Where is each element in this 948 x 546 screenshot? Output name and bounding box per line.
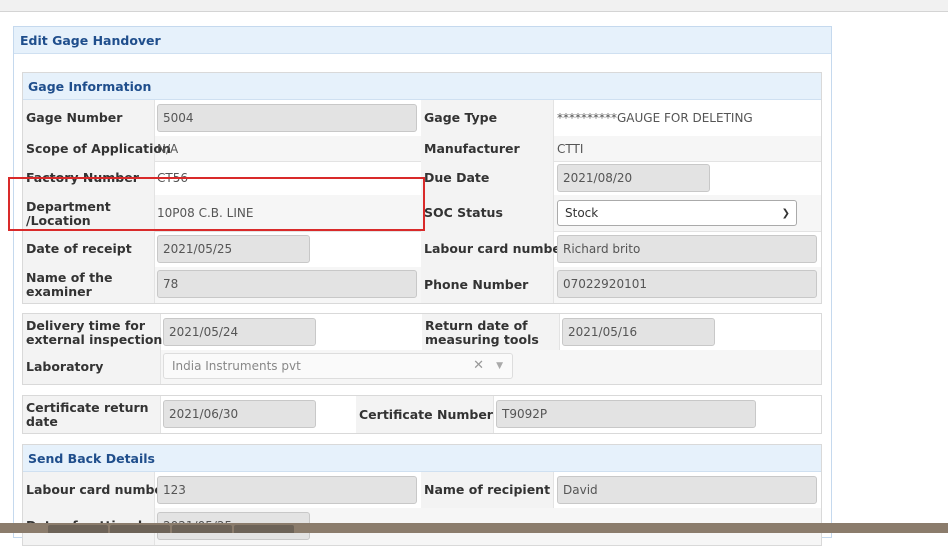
row-send-back-labour: Labour card number 123 Name of recipient…: [23, 472, 821, 509]
certificate-return-label-line1: Certificate return: [26, 400, 149, 415]
delivery-label-line2: external inspection: [26, 332, 163, 347]
taskbar-item[interactable]: [172, 525, 232, 533]
laboratory-label: Laboratory: [26, 359, 104, 374]
due-date-input[interactable]: 2021/08/20: [557, 164, 710, 192]
gage-number-label: Gage Number: [26, 110, 123, 125]
recipient-label: Name of recipient: [424, 482, 551, 497]
date-receipt-input[interactable]: 2021/05/25: [157, 235, 310, 263]
examiner-label-line1: Name of the: [26, 270, 113, 285]
certificate-return-label-line2: date: [26, 414, 58, 429]
row-delivery: Delivery time for external inspection 20…: [23, 314, 821, 351]
certificate-section: Certificate return date 2021/06/30 Certi…: [22, 395, 822, 434]
due-date-label: Due Date: [424, 170, 490, 185]
phone-label: Phone Number: [424, 277, 529, 292]
scope-value: N/A: [157, 142, 179, 156]
laboratory-select[interactable]: India Instruments pvt ✕ ▼: [163, 353, 513, 379]
row-date-receipt: Date of receipt 2021/05/25 Labour card n…: [23, 231, 821, 268]
labour-card-input[interactable]: Richard brito: [557, 235, 817, 263]
clear-x-icon[interactable]: ✕: [473, 354, 484, 378]
caret-down-icon[interactable]: ▼: [496, 354, 503, 378]
phone-input[interactable]: 07022920101: [557, 270, 817, 298]
panel-title: Edit Gage Handover: [14, 27, 831, 54]
taskbar-item[interactable]: [234, 525, 294, 533]
gage-type-label: Gage Type: [424, 110, 498, 125]
row-certificate: Certificate return date 2021/06/30 Certi…: [23, 396, 821, 433]
certificate-number-input[interactable]: T9092P: [496, 400, 756, 428]
row-gage-number: Gage Number 5004 Gage Type **********GAU…: [23, 100, 821, 137]
certificate-number-label: Certificate Number: [359, 407, 493, 422]
send-back-title: Send Back Details: [23, 445, 821, 472]
inspection-section: Delivery time for external inspection 20…: [22, 313, 822, 385]
gage-number-input[interactable]: 5004: [157, 104, 417, 132]
manufacturer-value: CTTI: [557, 142, 584, 156]
taskbar-item[interactable]: [110, 525, 170, 533]
gage-information-title: Gage Information: [23, 73, 821, 100]
delivery-input[interactable]: 2021/05/24: [163, 318, 316, 346]
row-laboratory: Laboratory India Instruments pvt ✕ ▼: [23, 350, 821, 384]
gage-type-value: **********GAUGE FOR DELETING: [557, 111, 753, 125]
row-scope: Scope of Application N/A Manufacturer CT…: [23, 136, 821, 162]
certificate-return-input[interactable]: 2021/06/30: [163, 400, 316, 428]
delivery-label-line1: Delivery time for: [26, 318, 146, 333]
send-back-labour-label: Labour card number: [26, 482, 170, 497]
taskbar-item[interactable]: [48, 525, 108, 533]
laboratory-value: India Instruments pvt: [172, 359, 301, 373]
return-date-input[interactable]: 2021/05/16: [562, 318, 715, 346]
return-date-label-line1: Return date of: [425, 318, 528, 333]
date-receipt-label: Date of receipt: [26, 241, 132, 256]
manufacturer-label: Manufacturer: [424, 141, 520, 156]
highlight-annotation-box: [8, 177, 425, 231]
examiner-label-line2: examiner: [26, 284, 92, 299]
row-examiner: Name of the examiner 78 Phone Number 070…: [23, 267, 821, 303]
soc-status-select[interactable]: Stock ❯: [557, 200, 797, 226]
scope-label: Scope of Application: [26, 141, 171, 156]
return-date-label-line2: measuring tools: [425, 332, 539, 347]
soc-status-label: SOC Status: [424, 205, 503, 220]
send-back-labour-input[interactable]: 123: [157, 476, 417, 504]
labour-card-label: Labour card number: [424, 241, 568, 256]
recipient-input[interactable]: David: [557, 476, 817, 504]
browser-top-bar: [0, 0, 948, 12]
soc-status-value: Stock: [565, 206, 599, 220]
edit-gage-handover-panel: Edit Gage Handover Gage Information Gage…: [13, 26, 832, 546]
examiner-input[interactable]: 78: [157, 270, 417, 298]
chevron-down-icon: ❯: [781, 208, 790, 219]
